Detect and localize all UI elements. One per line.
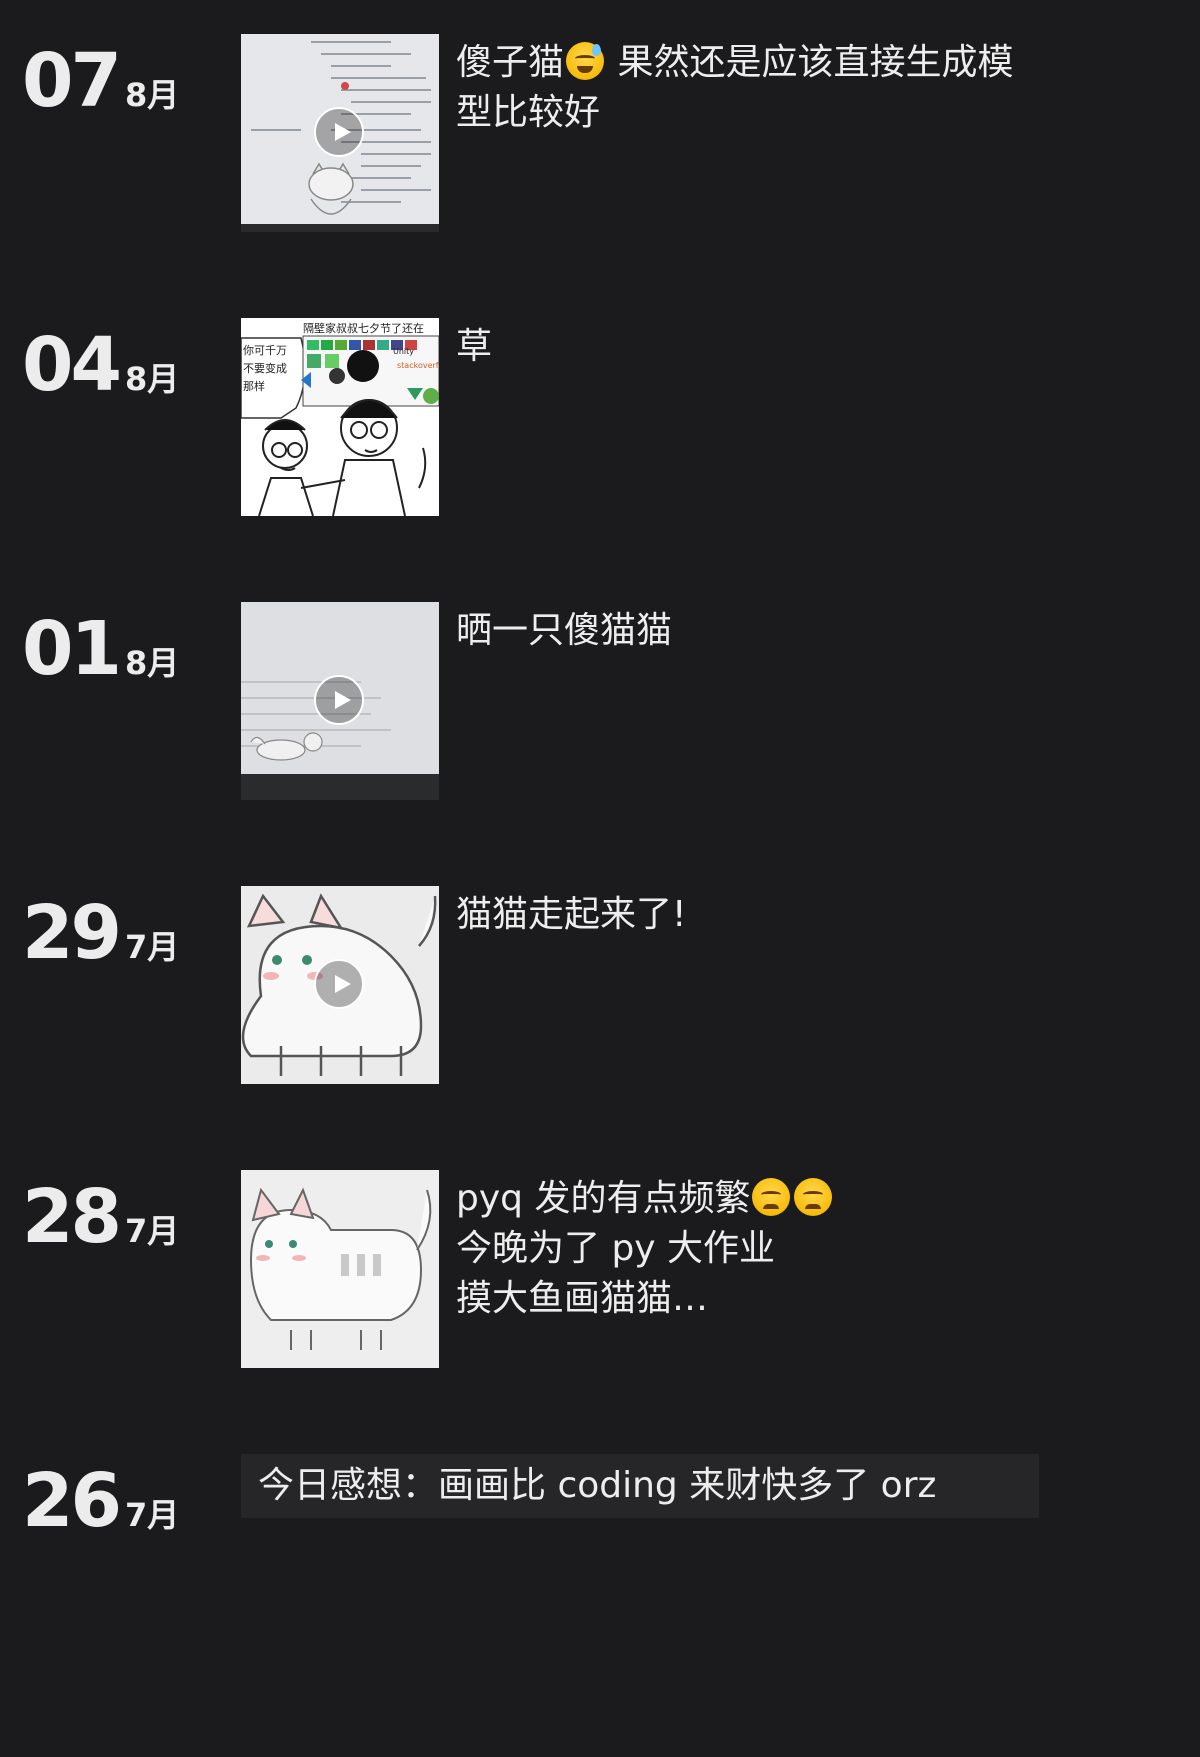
post-text: 猫猫走起来了! <box>456 894 687 935</box>
moment-post[interactable]: 01 8月 晒一只傻猫猫 <box>0 602 1071 802</box>
post-text-part: 傻子猫 <box>456 42 565 83</box>
comic-unity-label: Unity <box>393 347 414 356</box>
post-month: 8月 <box>124 76 180 114</box>
post-text-line: 摸大鱼画猫猫… <box>456 1278 709 1319</box>
comic-speech-right: 隔壁家叔叔七夕节了还在 <box>303 321 424 335</box>
post-day: 01 <box>22 606 122 692</box>
post-date: 01 8月 <box>22 612 179 686</box>
sweat-smile-emoji-icon <box>566 42 605 80</box>
post-text-line: pyq 发的有点频繁 <box>456 1178 751 1219</box>
post-date: 26 7月 <box>22 1464 179 1538</box>
video-thumbnail[interactable] <box>241 34 439 232</box>
post-day: 04 <box>22 322 122 408</box>
moment-post[interactable]: 29 7月 猫猫走起来了! <box>0 886 1071 1086</box>
post-date: 28 7月 <box>22 1180 179 1254</box>
comic-speech-left-line3: 那样 <box>243 379 265 393</box>
comic-stackoverflow-label: stackoverflow <box>397 361 439 370</box>
comic-speech-left-line2: 不要变成 <box>243 361 287 375</box>
play-icon[interactable] <box>314 107 364 157</box>
pouting-emoji-icon <box>794 1178 833 1216</box>
post-date: 29 7月 <box>22 896 179 970</box>
play-icon[interactable] <box>314 675 364 725</box>
play-icon[interactable] <box>314 959 364 1009</box>
post-date: 04 8月 <box>22 328 179 402</box>
moment-post[interactable]: 04 8月 你可千万 不要变成 那样 隔壁家叔叔七夕节了还在 Unity sta… <box>0 318 1071 518</box>
moment-post[interactable]: 26 7月 今日感想：画画比 coding 来财快多了 orz <box>0 1454 1071 1568</box>
video-thumbnail[interactable] <box>241 886 439 1084</box>
post-month: 7月 <box>124 1212 180 1250</box>
post-text: 傻子猫 果然还是应该直接生成模型比较好 <box>456 38 1046 138</box>
post-day: 07 <box>22 38 122 124</box>
post-text-line: 今晚为了 py 大作业 <box>456 1228 776 1269</box>
moment-post[interactable]: 28 7月 pyq 发的有点频繁 今晚为了 py 大作业 摸大鱼画猫猫… <box>0 1170 1071 1370</box>
post-text-box[interactable]: 今日感想：画画比 coding 来财快多了 orz <box>241 1454 1039 1518</box>
post-month: 8月 <box>124 360 180 398</box>
cat-drawing-side-image <box>241 1170 439 1368</box>
comic-meme-image: 你可千万 不要变成 那样 隔壁家叔叔七夕节了还在 Unity stackover… <box>241 318 439 516</box>
pouting-emoji-icon <box>752 1178 791 1216</box>
post-month: 8月 <box>124 644 180 682</box>
post-text: 草 <box>456 326 493 367</box>
post-text: pyq 发的有点频繁 今晚为了 py 大作业 摸大鱼画猫猫… <box>456 1174 1046 1324</box>
post-day: 29 <box>22 890 122 976</box>
post-month: 7月 <box>124 928 180 966</box>
post-month: 7月 <box>124 1496 180 1534</box>
comic-speech-left-line1: 你可千万 <box>243 344 287 357</box>
moment-post[interactable]: 07 8月 傻子猫 果然还是应该直接生成模型比较好 <box>0 34 1071 234</box>
image-thumbnail[interactable]: 你可千万 不要变成 那样 隔壁家叔叔七夕节了还在 Unity stackover… <box>241 318 439 516</box>
post-date: 07 8月 <box>22 44 179 118</box>
image-thumbnail[interactable] <box>241 1170 439 1368</box>
post-day: 26 <box>22 1458 122 1544</box>
post-text: 晒一只傻猫猫 <box>456 610 673 651</box>
video-thumbnail[interactable] <box>241 602 439 800</box>
post-day: 28 <box>22 1174 122 1260</box>
